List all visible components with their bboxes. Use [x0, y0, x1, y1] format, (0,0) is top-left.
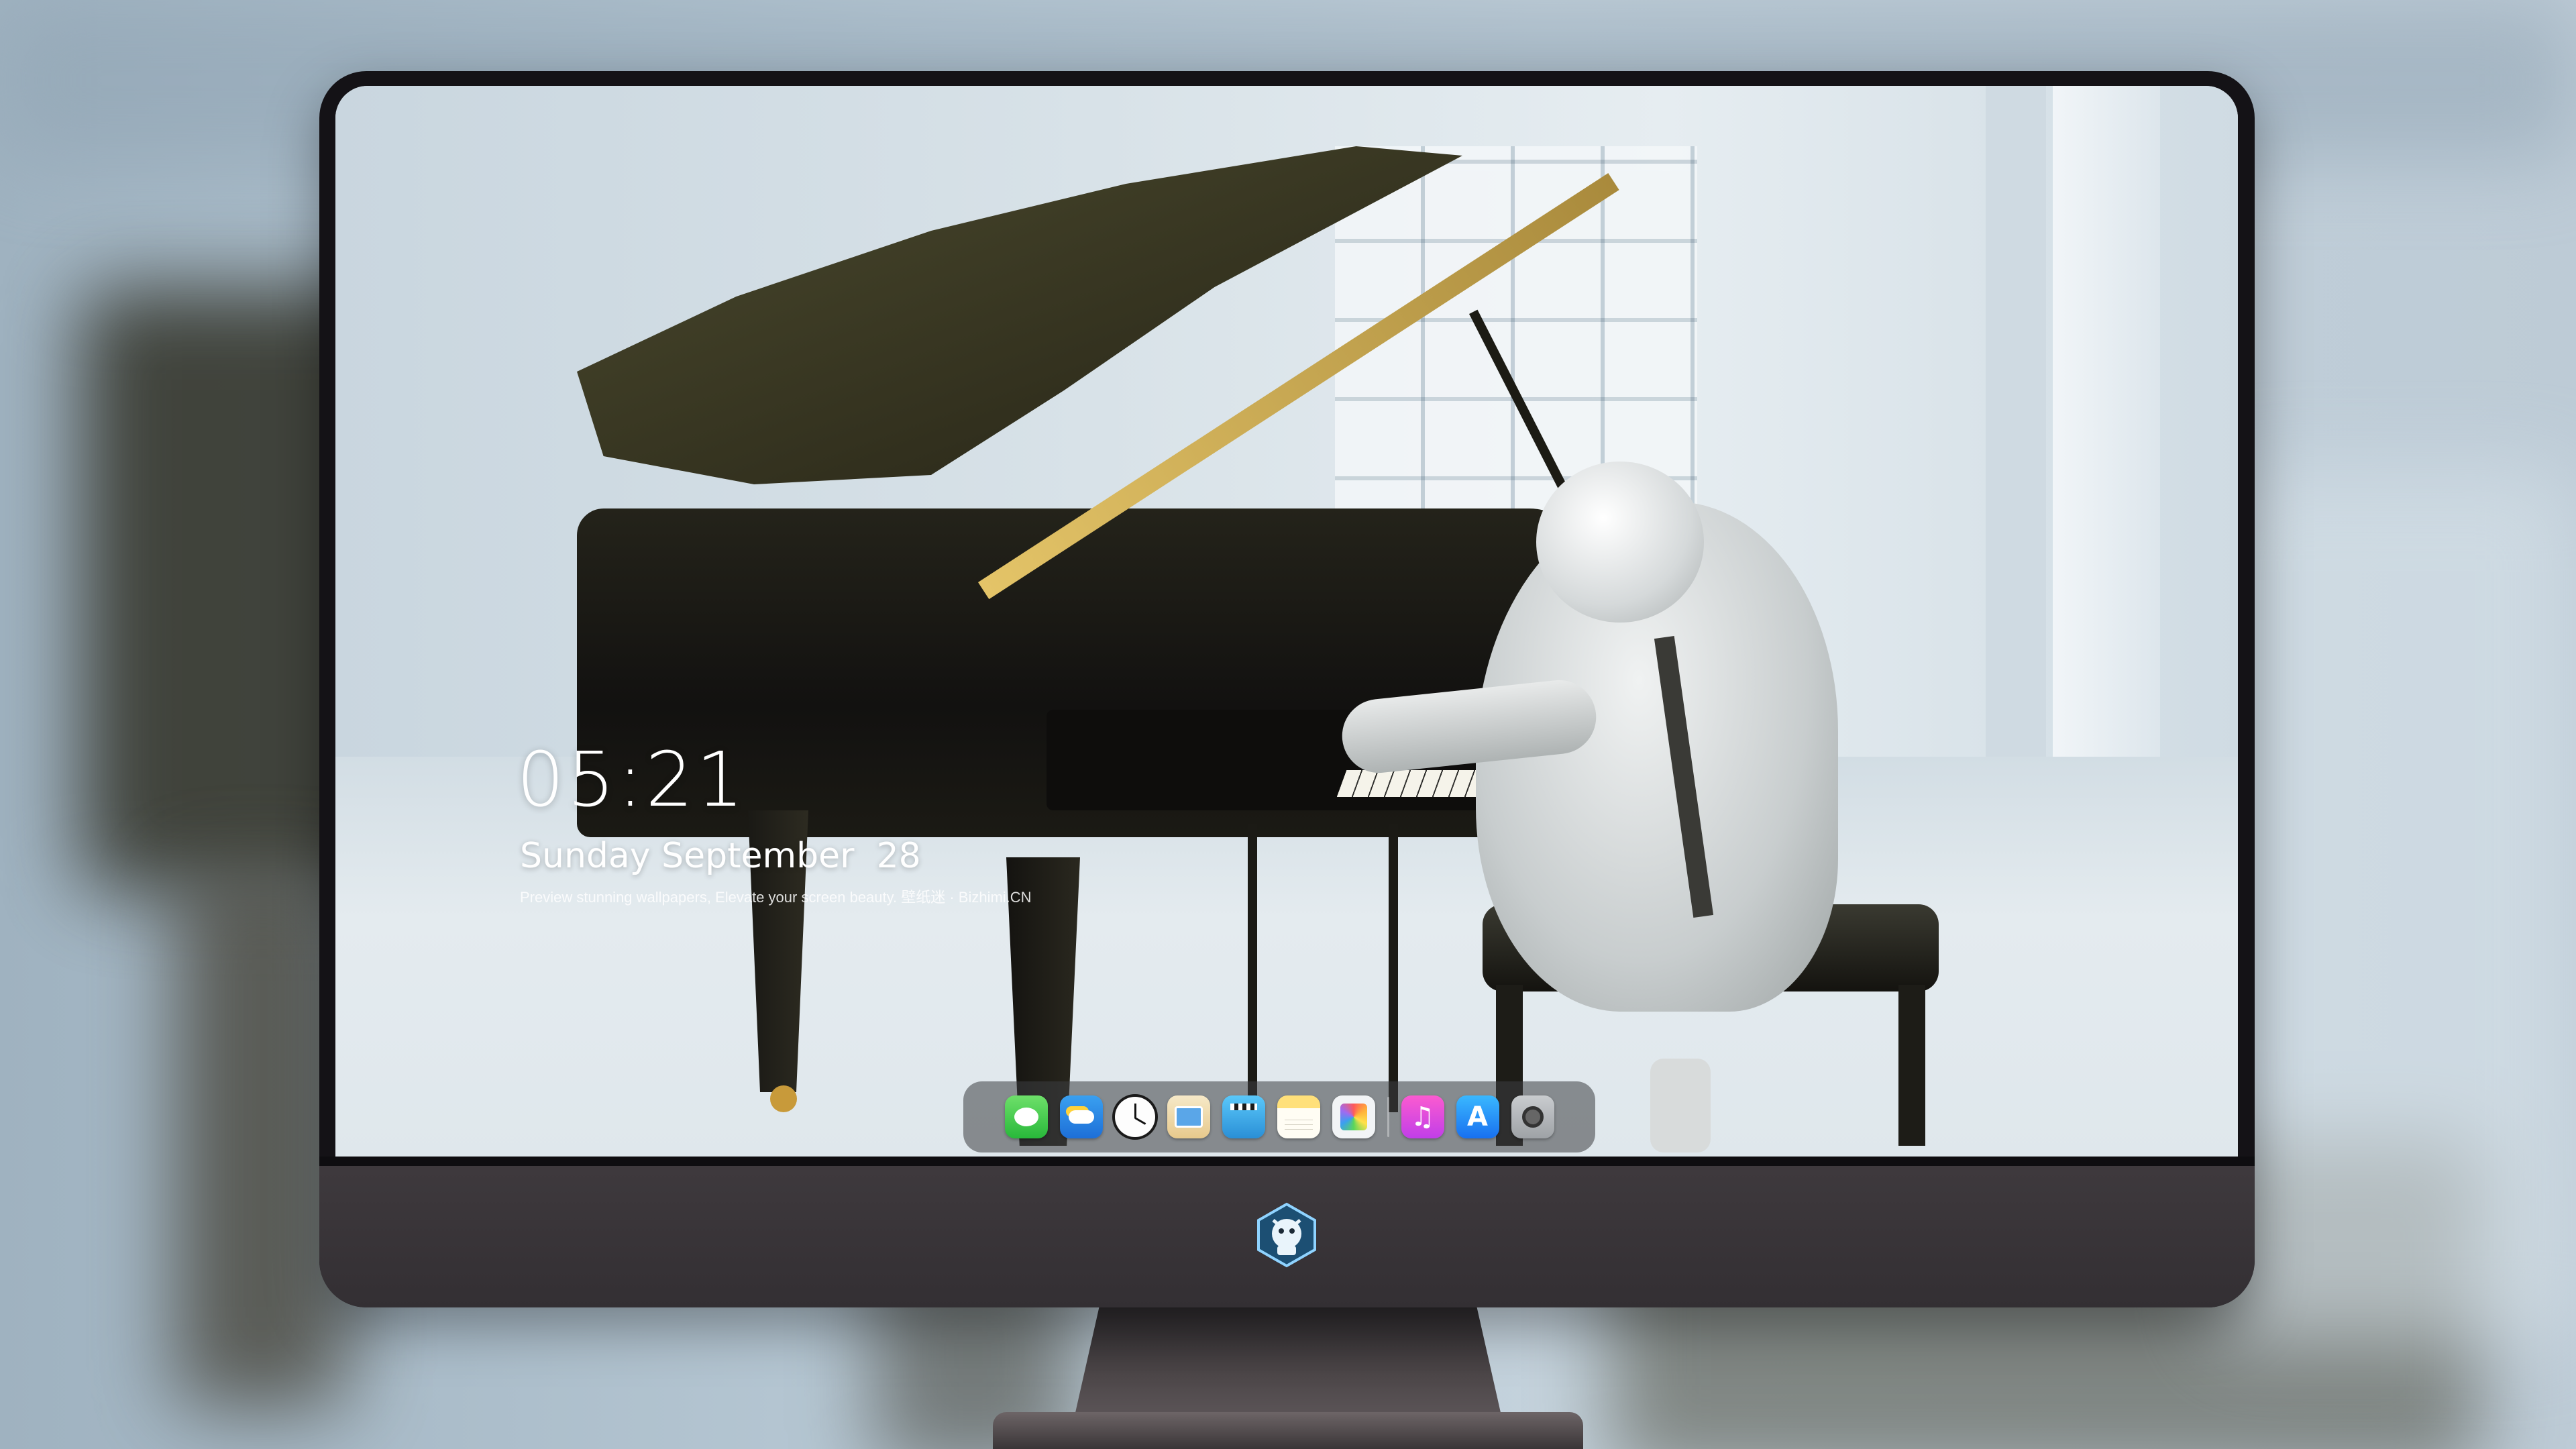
- bench-leg: [1898, 985, 1925, 1146]
- dock: ♫ A: [963, 1081, 1595, 1152]
- camera-icon[interactable]: [1511, 1095, 1554, 1138]
- message-bubble-icon[interactable]: [1004, 1095, 1048, 1138]
- clapperboard-icon[interactable]: [1222, 1095, 1265, 1138]
- music-note-icon[interactable]: ♫: [1401, 1095, 1444, 1138]
- monitor: 05:21 Sunday September 28 Preview stunni…: [319, 71, 2255, 1307]
- screen: 05:21 Sunday September 28 Preview stunni…: [335, 86, 2238, 1157]
- piano-lyre: [1389, 824, 1398, 1112]
- astronaut-helmet: [1536, 462, 1704, 623]
- clock-icon[interactable]: [1114, 1097, 1155, 1137]
- notes-icon[interactable]: [1277, 1095, 1320, 1138]
- brand-logo-icon: [1257, 1202, 1316, 1268]
- monitor-chin-divider: [319, 1157, 2255, 1166]
- app-store-icon[interactable]: A: [1456, 1095, 1499, 1138]
- monitor-stand-base: [993, 1412, 1583, 1449]
- photos-icon[interactable]: [1332, 1095, 1375, 1138]
- lockscreen-date: Sunday September 28: [520, 836, 921, 876]
- lockscreen-time: 05:21: [517, 737, 747, 824]
- backdrop-shape: [2214, 470, 2576, 1342]
- dock-separator: [1387, 1097, 1389, 1137]
- wallpaper-pillar: [1986, 86, 2046, 770]
- piano-lyre: [1248, 824, 1257, 1112]
- monitor-stand-neck: [1073, 1307, 1503, 1421]
- wallpaper-pillar: [2053, 86, 2160, 790]
- lockscreen-caption: Preview stunning wallpapers, Elevate you…: [520, 889, 1032, 906]
- weather-icon[interactable]: [1059, 1095, 1103, 1138]
- astronaut-boot: [1650, 1059, 1711, 1152]
- piano-caster: [770, 1085, 797, 1112]
- preview-icon[interactable]: [1167, 1095, 1210, 1138]
